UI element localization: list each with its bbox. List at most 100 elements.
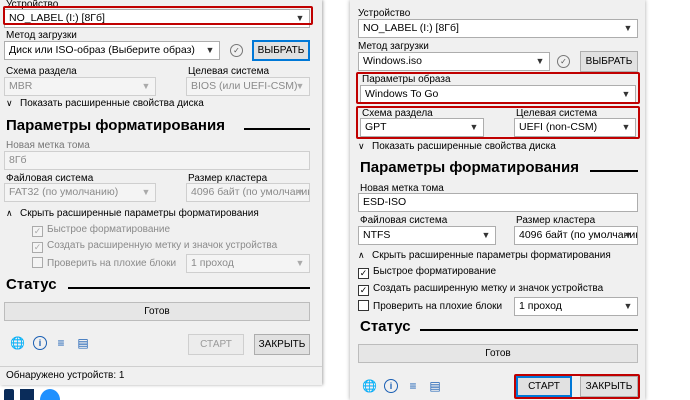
chevron-down-icon: ▼ — [295, 187, 305, 197]
checkbox-label: Быстрое форматирование — [47, 224, 171, 235]
file-system-value: FAT32 (по умолчанию) — [9, 186, 119, 198]
checkmark-icon: ✓ — [358, 268, 369, 279]
settings-sliders-icon[interactable]: ≡ — [54, 336, 68, 350]
logo-shape — [20, 389, 34, 400]
target-system-label: Целевая система — [188, 66, 270, 77]
info-icon[interactable]: i — [33, 336, 47, 350]
log-icon[interactable]: ▤ — [76, 336, 90, 350]
checkmark-icon: ✓ — [358, 285, 369, 296]
chevron-down-icon: ▼ — [141, 81, 151, 91]
toggle-label: Показать расширенные свойства диска — [20, 98, 204, 109]
file-system-select[interactable]: FAT32 (по умолчанию) ▼ — [4, 183, 156, 202]
rufus-window-left: Устройство NO_LABEL (I:) [8Гб] ▼ Метод з… — [0, 0, 322, 385]
format-options-heading: Параметры форматирования — [6, 117, 225, 134]
section-divider — [68, 287, 310, 289]
highlight-box — [3, 6, 313, 25]
volume-label-input[interactable]: 8Гб — [4, 151, 310, 170]
rufus-window-right: Устройство NO_LABEL (I:) [8Гб] ▼ Метод з… — [350, 0, 645, 400]
quick-format-checkbox[interactable]: ✓ Быстрое форматирование — [358, 266, 496, 279]
format-options-heading: Параметры форматирования — [360, 159, 579, 176]
start-button[interactable]: СТАРТ — [188, 334, 244, 355]
chevron-down-icon: ▼ — [623, 23, 633, 33]
chevron-up-icon: ∧ — [6, 208, 13, 218]
hide-advanced-format-toggle[interactable]: ∧ Скрыть расширенные параметры форматиров… — [358, 250, 611, 261]
show-advanced-drive-toggle[interactable]: ∨ Показать расширенные свойства диска — [358, 141, 556, 152]
bad-blocks-checkbox[interactable]: Проверить на плохие блоки — [32, 257, 176, 269]
section-divider — [244, 128, 310, 130]
volume-label-input[interactable]: ESD-ISO — [358, 193, 638, 212]
highlight-box — [356, 106, 640, 139]
target-system-value: BIOS (или UEFI-CSM) — [191, 80, 298, 92]
chevron-down-icon: ▼ — [623, 301, 633, 311]
highlight-box — [514, 374, 640, 399]
file-system-label: Файловая система — [360, 215, 448, 226]
checksum-icon[interactable]: ✓ — [230, 44, 243, 57]
chevron-down-icon: ∨ — [358, 141, 365, 151]
checkbox-label: Быстрое форматирование — [373, 266, 497, 277]
status-heading: Статус — [360, 318, 411, 335]
settings-sliders-icon[interactable]: ≡ — [406, 379, 420, 393]
passes-select[interactable]: 1 проход ▼ — [514, 297, 638, 316]
close-button[interactable]: ЗАКРЫТЬ — [254, 334, 310, 355]
chevron-down-icon: ▼ — [295, 81, 305, 91]
device-value: NO_LABEL (I:) [8Гб] — [363, 22, 459, 34]
log-icon[interactable]: ▤ — [428, 379, 442, 393]
toggle-label: Показать расширенные свойства диска — [372, 141, 556, 152]
volume-label-label: Новая метка тома — [6, 140, 90, 151]
partition-scheme-select[interactable]: MBR ▼ — [4, 77, 156, 96]
passes-select[interactable]: 1 проход ▼ — [186, 254, 310, 273]
boot-method-select[interactable]: Диск или ISO-образ (Выберите образ) ▼ — [4, 41, 220, 60]
watermark-logo — [0, 389, 60, 400]
boot-method-value: Диск или ISO-образ (Выберите образ) — [9, 44, 195, 56]
checkbox-label: Создать расширенную метку и значок устро… — [373, 283, 604, 294]
info-icon[interactable]: i — [384, 379, 398, 393]
file-system-select[interactable]: NTFS ▼ — [358, 226, 496, 245]
highlight-box — [356, 72, 640, 104]
select-image-button[interactable]: ВЫБРАТЬ — [252, 40, 310, 61]
progress-bar: Готов — [358, 344, 638, 363]
boot-method-label: Метод загрузки — [6, 30, 77, 41]
boot-method-value: Windows.iso — [363, 55, 422, 67]
checkmark-icon: ✓ — [32, 226, 43, 237]
boot-method-label: Метод загрузки — [358, 41, 429, 52]
extended-label-checkbox[interactable]: ✓ Создать расширенную метку и значок устр… — [358, 283, 603, 296]
cluster-size-value: 4096 байт (по умолчанию) — [519, 229, 638, 241]
section-divider — [420, 329, 638, 331]
status-bar-divider — [0, 366, 322, 367]
chevron-down-icon: ▼ — [141, 187, 151, 197]
partition-scheme-value: MBR — [9, 80, 33, 92]
cluster-size-label: Размер кластера — [516, 215, 596, 226]
cluster-size-select[interactable]: 4096 байт (по умолчанию) ▼ — [186, 183, 310, 202]
checkbox-label: Проверить на плохие блоки — [47, 258, 177, 269]
chevron-down-icon: ▼ — [205, 45, 215, 55]
chevron-down-icon: ▼ — [623, 230, 633, 240]
partition-scheme-label: Схема раздела — [6, 66, 77, 77]
toggle-label: Скрыть расширенные параметры форматирова… — [372, 250, 611, 261]
device-label: Устройство — [358, 8, 411, 19]
bad-blocks-checkbox[interactable]: Проверить на плохие блоки — [358, 300, 502, 312]
logo-shape — [40, 389, 60, 400]
section-divider — [590, 170, 638, 172]
show-advanced-drive-toggle[interactable]: ∨ Показать расширенные свойства диска — [6, 98, 204, 109]
status-heading: Статус — [6, 276, 57, 293]
boot-method-select[interactable]: Windows.iso ▼ — [358, 52, 550, 71]
extended-label-checkbox[interactable]: ✓ Создать расширенную метку и значок устр… — [32, 240, 277, 253]
cluster-size-value: 4096 байт (по умолчанию) — [191, 186, 310, 198]
globe-icon[interactable]: 🌐 — [10, 336, 25, 350]
checkbox-label: Создать расширенную метку и значок устро… — [47, 240, 278, 251]
select-image-button[interactable]: ВЫБРАТЬ — [580, 51, 638, 72]
checkbox-label: Проверить на плохие блоки — [373, 301, 503, 312]
device-select[interactable]: NO_LABEL (I:) [8Гб] ▼ — [358, 19, 638, 38]
quick-format-checkbox[interactable]: ✓ Быстрое форматирование — [32, 224, 170, 237]
logo-shape — [4, 389, 14, 400]
target-system-select[interactable]: BIOS (или UEFI-CSM) ▼ — [186, 77, 310, 96]
status-bar-text: Обнаружено устройств: 1 — [6, 370, 125, 381]
checksum-icon[interactable]: ✓ — [557, 55, 570, 68]
cluster-size-select[interactable]: 4096 байт (по умолчанию) ▼ — [514, 226, 638, 245]
chevron-up-icon: ∧ — [358, 250, 365, 260]
chevron-down-icon: ▼ — [481, 230, 491, 240]
hide-advanced-format-toggle[interactable]: ∧ Скрыть расширенные параметры форматиров… — [6, 208, 259, 219]
checkbox-empty — [358, 300, 369, 311]
toggle-label: Скрыть расширенные параметры форматирова… — [20, 208, 259, 219]
globe-icon[interactable]: 🌐 — [362, 379, 377, 393]
